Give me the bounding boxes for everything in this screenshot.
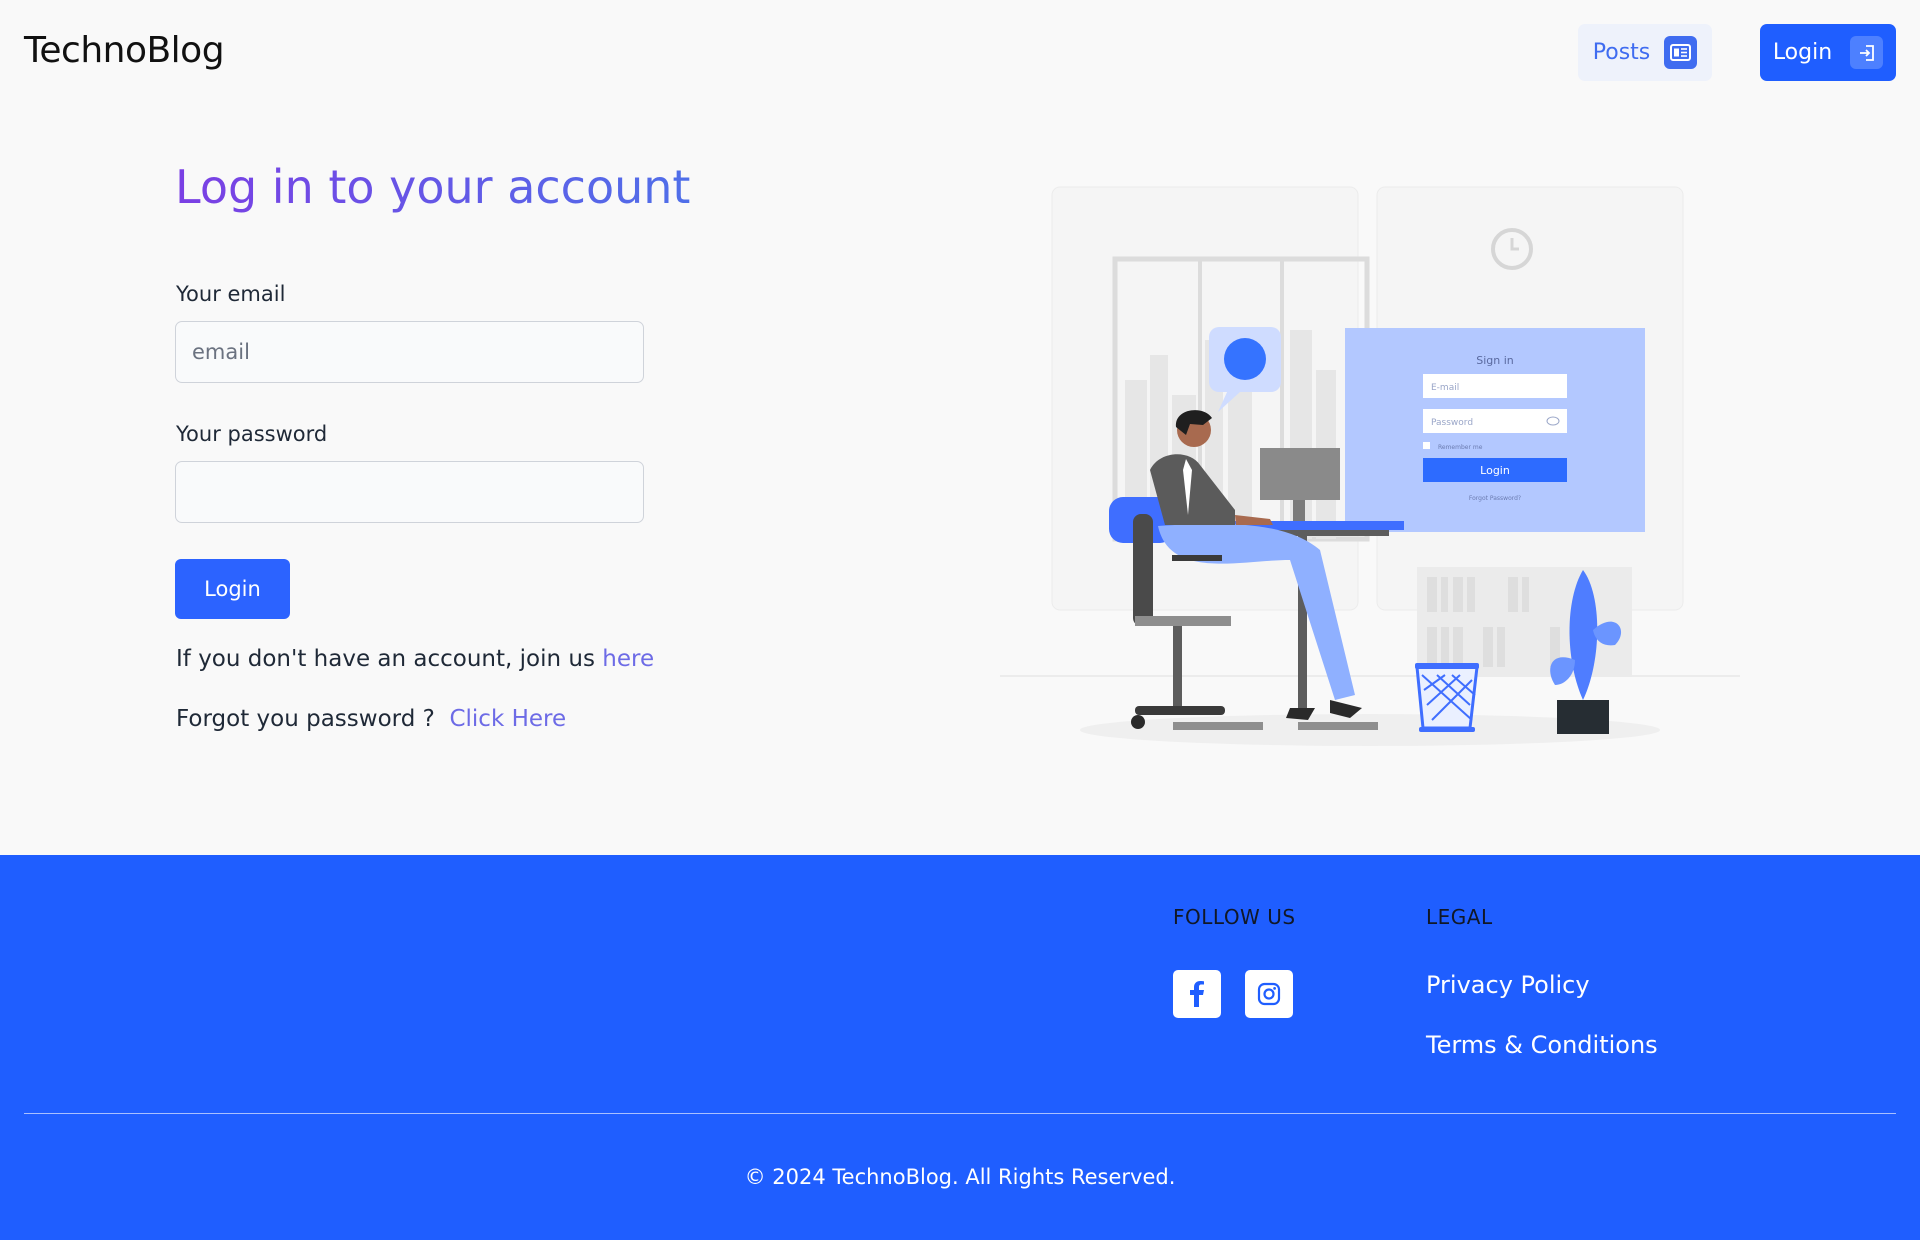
login-icon bbox=[1850, 36, 1884, 69]
facebook-icon bbox=[1190, 981, 1204, 1007]
illu-title: Sign in bbox=[1476, 354, 1514, 367]
forgot-link[interactable]: Click Here bbox=[449, 706, 566, 732]
copyright-text: © 2024 TechnoBlog. All Rights Reserved. bbox=[744, 1165, 1176, 1189]
email-label: Your email bbox=[176, 282, 286, 306]
join-line: If you don't have an account, join us he… bbox=[176, 646, 654, 672]
nav-posts-label: Posts bbox=[1592, 40, 1651, 65]
newspaper-icon bbox=[1664, 36, 1698, 69]
instagram-icon bbox=[1257, 982, 1281, 1006]
nav-login-label: Login bbox=[1772, 40, 1833, 65]
login-illustration: Sign in E-mail Password Remember me Logi… bbox=[1000, 186, 1740, 746]
nav-posts-button[interactable]: Posts bbox=[1578, 24, 1712, 81]
illu-email-field: E-mail bbox=[1431, 383, 1459, 393]
site-brand[interactable]: TechnoBlog bbox=[24, 30, 225, 71]
terms-link[interactable]: Terms & Conditions bbox=[1426, 1031, 1658, 1059]
site-footer: FOLLOW US LEGAL Privacy Policy Terms & C… bbox=[0, 855, 1920, 1240]
forgot-line: Forgot you password ? Click Here bbox=[176, 706, 566, 732]
password-input[interactable] bbox=[175, 461, 644, 523]
illu-forgot: Forgot Password? bbox=[1469, 495, 1521, 502]
legal-heading: LEGAL bbox=[1426, 905, 1493, 929]
password-label: Your password bbox=[176, 422, 328, 446]
footer-divider bbox=[24, 1113, 1896, 1114]
illu-login-button: Login bbox=[1480, 464, 1510, 477]
page-title: Log in to your account bbox=[175, 160, 691, 214]
instagram-link[interactable] bbox=[1245, 970, 1293, 1018]
follow-us-heading: FOLLOW US bbox=[1173, 905, 1296, 929]
join-link[interactable]: here bbox=[602, 646, 654, 672]
join-text: If you don't have an account, join us bbox=[176, 646, 595, 672]
nav-login-button[interactable]: Login bbox=[1760, 24, 1896, 81]
email-input[interactable] bbox=[175, 321, 644, 383]
forgot-text: Forgot you password ? bbox=[176, 706, 435, 732]
illu-password-field: Password bbox=[1431, 418, 1473, 428]
login-submit-button[interactable]: Login bbox=[175, 559, 290, 619]
privacy-policy-link[interactable]: Privacy Policy bbox=[1426, 971, 1590, 999]
illu-remember: Remember me bbox=[1438, 444, 1483, 451]
facebook-link[interactable] bbox=[1173, 970, 1221, 1018]
